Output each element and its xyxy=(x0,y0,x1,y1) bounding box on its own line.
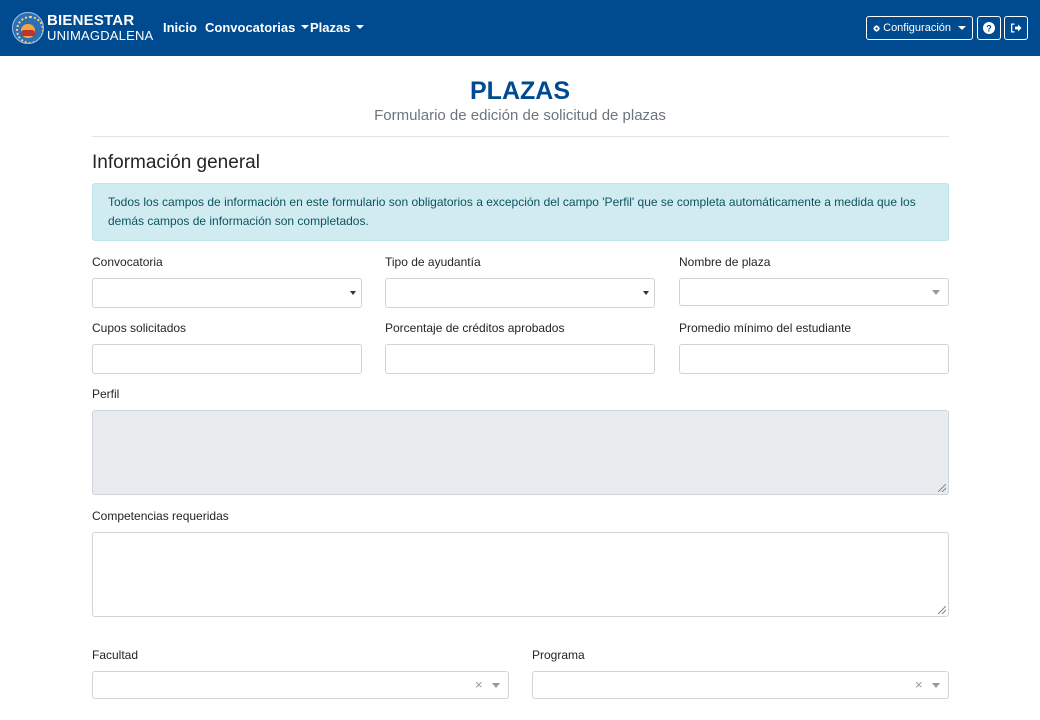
caret-down-icon xyxy=(301,25,310,29)
promedio-input[interactable] xyxy=(679,344,949,374)
help-button[interactable]: ? xyxy=(977,16,1001,40)
section-title: Información general xyxy=(92,152,260,173)
nav-link-convocatorias-label: Convocatorias xyxy=(205,20,296,35)
page-subtitle: Formulario de edición de solicitud de pl… xyxy=(374,107,666,124)
nav-link-plazas-label: Plazas xyxy=(310,20,351,35)
question-circle-icon: ? xyxy=(983,22,995,34)
select-arrow-icon xyxy=(932,683,940,688)
porcentaje-input[interactable] xyxy=(385,344,655,374)
nav-dropdown-convocatorias[interactable]: Convocatorias xyxy=(205,20,310,35)
configuracion-dropdown-button[interactable]: Configuración xyxy=(866,16,973,40)
nav-link-inicio[interactable]: Inicio xyxy=(163,20,197,35)
facultad-select[interactable]: × xyxy=(92,671,509,699)
brand-logo-link[interactable]: BIENESTAR UNIMAGDALENA xyxy=(12,8,153,48)
resize-handle-icon[interactable] xyxy=(938,606,946,614)
caret-down-icon xyxy=(356,25,365,29)
cupos-label: Cupos solicitados xyxy=(92,321,187,335)
info-alert: Todos los campos de información en este … xyxy=(92,183,949,241)
unimagdalena-logo-icon xyxy=(12,12,44,44)
convocatoria-select[interactable] xyxy=(92,278,362,308)
clear-icon[interactable]: × xyxy=(475,677,483,692)
tipo-ayudantia-label: Tipo de ayudantía xyxy=(385,255,481,269)
programa-select[interactable]: × xyxy=(532,671,949,699)
programa-label: Programa xyxy=(532,648,585,662)
clear-icon[interactable]: × xyxy=(915,677,923,692)
select-arrow-icon xyxy=(932,290,940,295)
brand-title: BIENESTAR xyxy=(47,12,135,29)
nav-dropdown-plazas[interactable]: Plazas xyxy=(310,20,365,35)
svg-text:?: ? xyxy=(986,24,992,34)
cupos-input[interactable] xyxy=(92,344,362,374)
select-arrow-icon xyxy=(350,291,356,295)
gear-icon xyxy=(873,24,881,32)
perfil-textarea xyxy=(92,410,949,495)
page-title: PLAZAS xyxy=(470,77,570,105)
sign-out-icon xyxy=(1011,23,1022,33)
nombre-plaza-label: Nombre de plaza xyxy=(679,255,771,269)
resize-handle-icon xyxy=(938,484,946,492)
logout-button[interactable] xyxy=(1004,16,1028,40)
caret-down-icon xyxy=(958,26,966,30)
tipo-ayudantia-select[interactable] xyxy=(385,278,655,308)
nombre-plaza-select[interactable] xyxy=(679,278,949,306)
configuracion-label: Configuración xyxy=(883,22,951,34)
header-divider xyxy=(92,136,949,137)
competencias-textarea[interactable] xyxy=(92,532,949,617)
convocatoria-label: Convocatoria xyxy=(92,255,163,269)
brand-subtitle: UNIMAGDALENA xyxy=(47,28,154,43)
promedio-label: Promedio mínimo del estudiante xyxy=(679,321,852,335)
facultad-label: Facultad xyxy=(92,648,139,662)
brand-text: BIENESTAR UNIMAGDALENA xyxy=(47,13,153,43)
select-arrow-icon xyxy=(492,683,500,688)
porcentaje-label: Porcentaje de créditos aprobados xyxy=(385,321,565,335)
top-navbar: BIENESTAR UNIMAGDALENA Inicio Convocator… xyxy=(0,0,1040,56)
nav-link-inicio-label: Inicio xyxy=(163,20,197,35)
competencias-label: Competencias requeridas xyxy=(92,509,229,523)
perfil-label: Perfil xyxy=(92,387,120,401)
select-arrow-icon xyxy=(643,291,649,295)
